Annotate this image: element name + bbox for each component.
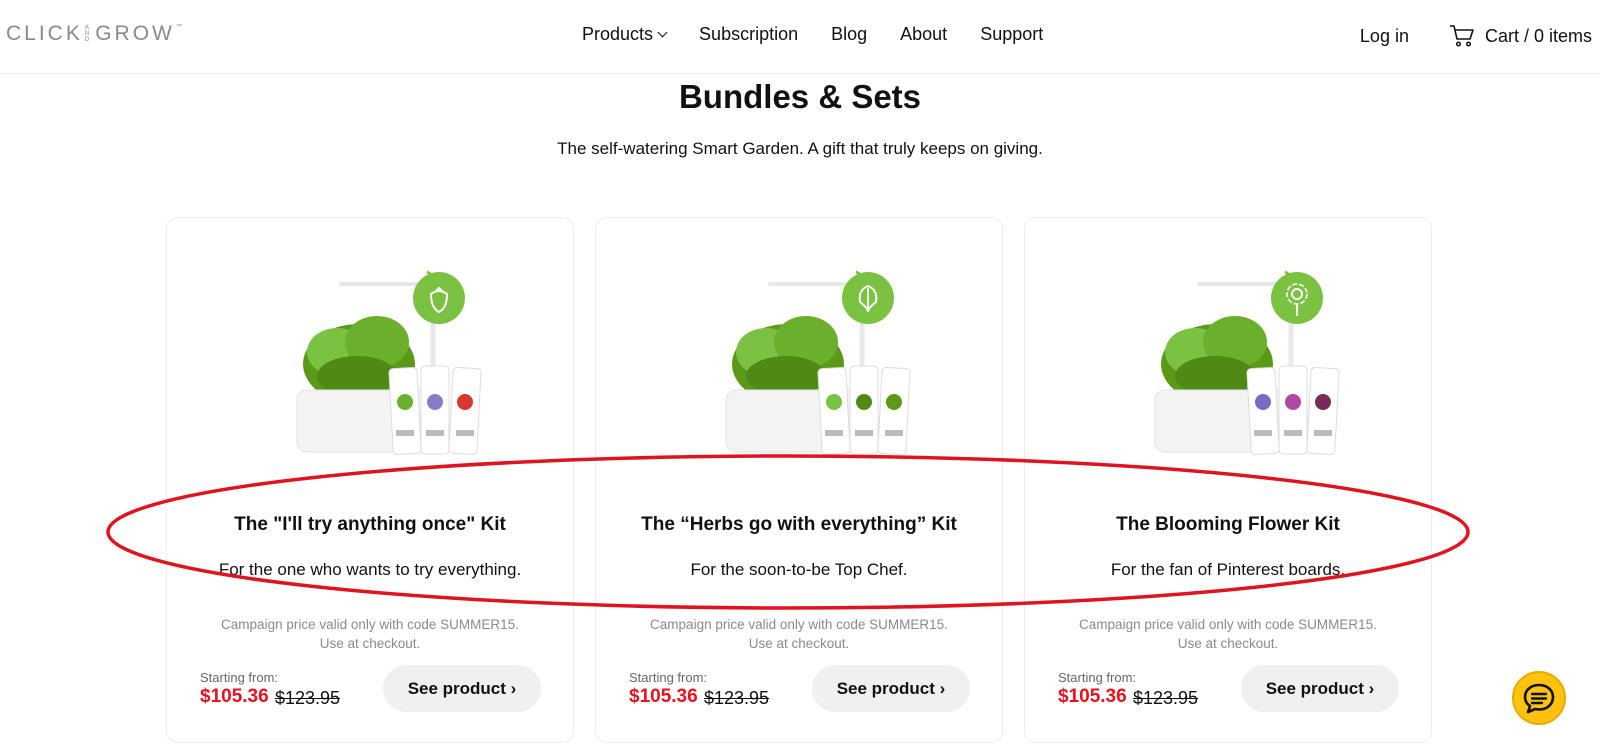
- card-title: The Blooming Flower Kit: [1116, 514, 1340, 535]
- card-title: The "I'll try anything once" Kit: [234, 514, 506, 535]
- logo-text-right: GROW: [95, 22, 175, 45]
- campaign-line: Campaign price valid only with code SUMM…: [650, 617, 948, 632]
- main-nav: Products Subscription Blog About Support: [582, 24, 1076, 45]
- nav-products-label: Products: [582, 24, 654, 44]
- cart-link[interactable]: Cart / 0 items: [1449, 24, 1592, 48]
- starting-label: Starting from:: [1058, 670, 1137, 685]
- campaign-line: Use at checkout.: [319, 636, 421, 651]
- original-price: $123.95: [1133, 688, 1199, 708]
- sale-price: $105.36: [200, 686, 269, 707]
- chat-bubble-icon: [1523, 683, 1555, 714]
- cart-icon: [1449, 25, 1474, 47]
- flower-icon: [1271, 270, 1323, 324]
- logo-trademark: ™: [175, 24, 182, 30]
- nav-blog[interactable]: Blog: [831, 24, 867, 45]
- nav-subscription[interactable]: Subscription: [699, 24, 798, 45]
- starting-label: Starting from:: [200, 670, 279, 685]
- nav-about[interactable]: About: [900, 24, 947, 45]
- original-price: $123.95: [275, 688, 341, 708]
- nav-products[interactable]: Products: [582, 24, 668, 45]
- logo-text-left: CLICK: [6, 22, 83, 45]
- see-product-button[interactable]: See product ›: [383, 665, 541, 712]
- smart-garden-image: [725, 282, 911, 455]
- card-description: For the fan of Pinterest boards.: [1110, 560, 1346, 579]
- campaign-line: Use at checkout.: [1177, 636, 1279, 651]
- smart-garden-image: [1154, 282, 1340, 455]
- card-description: For the one who wants to try everything.: [218, 560, 522, 579]
- original-price: $123.95: [704, 688, 770, 708]
- herb-leaf-icon: [842, 270, 894, 324]
- card-description: For the soon-to-be Top Chef.: [690, 560, 908, 579]
- login-link[interactable]: Log in: [1360, 26, 1409, 47]
- sale-price: $105.36: [629, 686, 698, 707]
- campaign-line: Use at checkout.: [748, 636, 850, 651]
- cart-label: Cart / 0 items: [1484, 25, 1592, 46]
- product-card[interactable]: The “Herbs go with everything” Kit For t…: [595, 217, 1003, 743]
- starting-label: Starting from:: [629, 670, 708, 685]
- see-product-button[interactable]: See product ›: [1241, 665, 1399, 712]
- header-actions: Log in Cart / 0 items: [1360, 24, 1592, 48]
- strawberry-icon: [413, 270, 465, 324]
- product-card[interactable]: The Blooming Flower Kit For the fan of P…: [1024, 217, 1432, 743]
- site-header: CLICK AND GROW ™ Products Subscription B…: [0, 0, 1600, 74]
- brand-logo[interactable]: CLICK AND GROW ™: [6, 22, 182, 46]
- campaign-line: Campaign price valid only with code SUMM…: [1079, 617, 1377, 632]
- chat-button[interactable]: [1512, 671, 1566, 725]
- page-subtitle: The self-watering Smart Garden. A gift t…: [557, 139, 1043, 158]
- sale-price: $105.36: [1058, 686, 1127, 707]
- nav-support[interactable]: Support: [980, 24, 1043, 45]
- chevron-down-icon: [657, 27, 668, 38]
- campaign-note: Campaign price valid only with code SUMM…: [596, 615, 1002, 653]
- smart-garden-image: [296, 282, 482, 455]
- product-card[interactable]: The "I'll try anything once" Kit For the…: [166, 217, 574, 743]
- card-title: The “Herbs go with everything” Kit: [641, 514, 957, 535]
- campaign-line: Campaign price valid only with code SUMM…: [221, 617, 519, 632]
- product-grid: The "I'll try anything once" Kit For the…: [166, 217, 1432, 743]
- campaign-note: Campaign price valid only with code SUMM…: [1025, 615, 1431, 653]
- page-title: Bundles & Sets: [678, 78, 922, 115]
- campaign-note: Campaign price valid only with code SUMM…: [167, 615, 573, 653]
- logo-and: AND: [84, 25, 90, 43]
- see-product-button[interactable]: See product ›: [812, 665, 970, 712]
